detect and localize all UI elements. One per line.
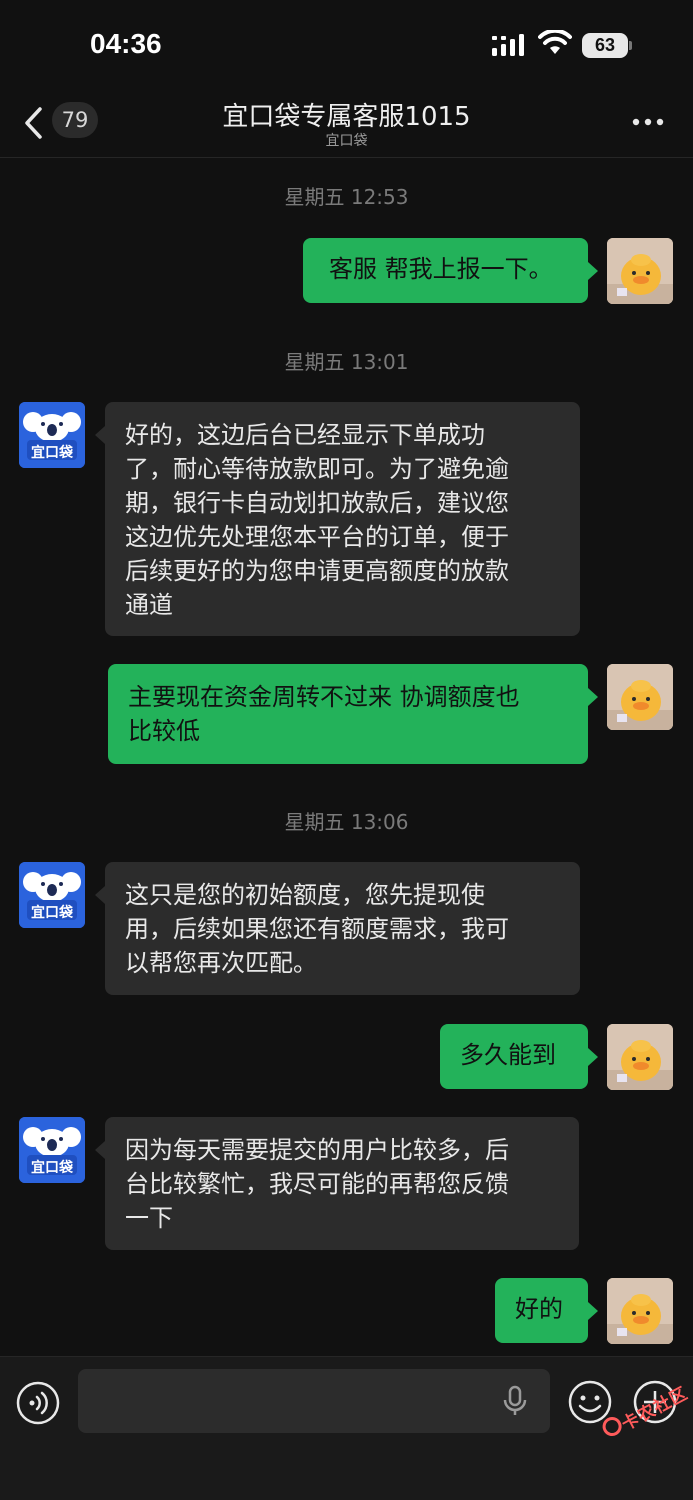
chat-title: 宜口袋专属客服1015 — [222, 102, 471, 132]
message-line: 通道 — [125, 591, 173, 619]
bubble-tail — [588, 262, 598, 280]
bubble-tail — [95, 426, 105, 444]
message-text: 好的 — [515, 1295, 563, 1323]
bubble-tail — [95, 886, 105, 904]
user-avatar[interactable] — [607, 1278, 673, 1344]
input-bar — [0, 1356, 693, 1500]
agent-avatar[interactable]: 宜口袋 — [19, 402, 85, 468]
message-line: 比较低 — [128, 717, 200, 745]
received-message-bubble[interactable]: 好的，这边后台已经显示下单成功 了，耐心等待放款即可。为了避免逾 期，银行卡自动… — [105, 402, 580, 636]
message-timestamp: 星期五 12:53 — [284, 185, 409, 209]
bubble-tail — [95, 1141, 105, 1159]
sent-message-bubble[interactable]: 主要现在资金周转不过来 协调额度也 比较低 — [108, 664, 588, 764]
message-input[interactable] — [78, 1369, 550, 1433]
chat-header: 79 宜口袋专属客服1015 宜口袋 — [0, 90, 693, 158]
wifi-icon — [538, 30, 572, 54]
chat-subtitle: 宜口袋 — [325, 133, 368, 149]
bubble-tail — [588, 1302, 598, 1320]
agent-avatar[interactable]: 宜口袋 — [19, 1117, 85, 1183]
duck-avatar-icon — [607, 1024, 673, 1090]
sent-message-bubble[interactable]: 多久能到 — [440, 1024, 588, 1089]
message-line: 一下 — [125, 1204, 173, 1232]
message-line: 期，银行卡自动划扣放款后，建议您 — [125, 489, 509, 517]
bubble-tail — [588, 1048, 598, 1066]
more-icon[interactable] — [632, 118, 664, 126]
received-message-bubble[interactable]: 这只是您的初始额度，您先提现使 用，后续如果您还有额度需求，我可 以帮您再次匹配… — [105, 862, 580, 995]
message-line: 台比较繁忙，我尽可能的再帮您反馈 — [125, 1170, 509, 1198]
agent-avatar[interactable]: 宜口袋 — [19, 862, 85, 928]
message-line: 好的，这边后台已经显示下单成功 — [125, 421, 485, 449]
message-line: 这边优先处理您本平台的订单，便于 — [125, 523, 509, 551]
agent-avatar-label: 宜口袋 — [31, 445, 73, 461]
message-text: 客服 帮我上报一下。 — [329, 255, 553, 283]
user-avatar[interactable] — [607, 1024, 673, 1090]
message-line: 用，后续如果您还有额度需求，我可 — [125, 915, 509, 943]
message-line: 主要现在资金周转不过来 协调额度也 — [128, 683, 520, 711]
sent-message-bubble[interactable]: 客服 帮我上报一下。 — [303, 238, 588, 303]
voice-icon[interactable] — [16, 1381, 60, 1425]
signal-icon — [492, 34, 524, 56]
received-message-bubble[interactable]: 因为每天需要提交的用户比较多，后 台比较繁忙，我尽可能的再帮您反馈 一下 — [105, 1117, 579, 1250]
agent-avatar-label: 宜口袋 — [31, 905, 73, 921]
bubble-tail — [588, 688, 598, 706]
message-line: 这只是您的初始额度，您先提现使 — [125, 881, 485, 909]
battery-indicator: 63 — [582, 33, 628, 58]
duck-avatar-icon — [607, 238, 673, 304]
message-timestamp: 星期五 13:01 — [284, 350, 409, 374]
sent-message-bubble[interactable]: 好的 — [495, 1278, 588, 1343]
duck-avatar-icon — [607, 1278, 673, 1344]
message-line: 后续更好的为您申请更高额度的放款 — [125, 557, 509, 585]
message-line: 因为每天需要提交的用户比较多，后 — [125, 1136, 509, 1164]
battery-tip — [629, 41, 632, 50]
message-line: 了，耐心等待放款即可。为了避免逾 — [125, 455, 509, 483]
user-avatar[interactable] — [607, 664, 673, 730]
status-time: 04:36 — [90, 28, 162, 59]
message-text: 多久能到 — [460, 1041, 556, 1069]
message-line: 以帮您再次匹配。 — [125, 949, 317, 977]
agent-avatar-label: 宜口袋 — [31, 1160, 73, 1176]
mic-icon[interactable] — [502, 1385, 528, 1417]
message-timestamp: 星期五 13:06 — [284, 810, 409, 834]
user-avatar[interactable] — [607, 238, 673, 304]
duck-avatar-icon — [607, 664, 673, 730]
status-bar: 04:36 63 — [0, 0, 693, 90]
